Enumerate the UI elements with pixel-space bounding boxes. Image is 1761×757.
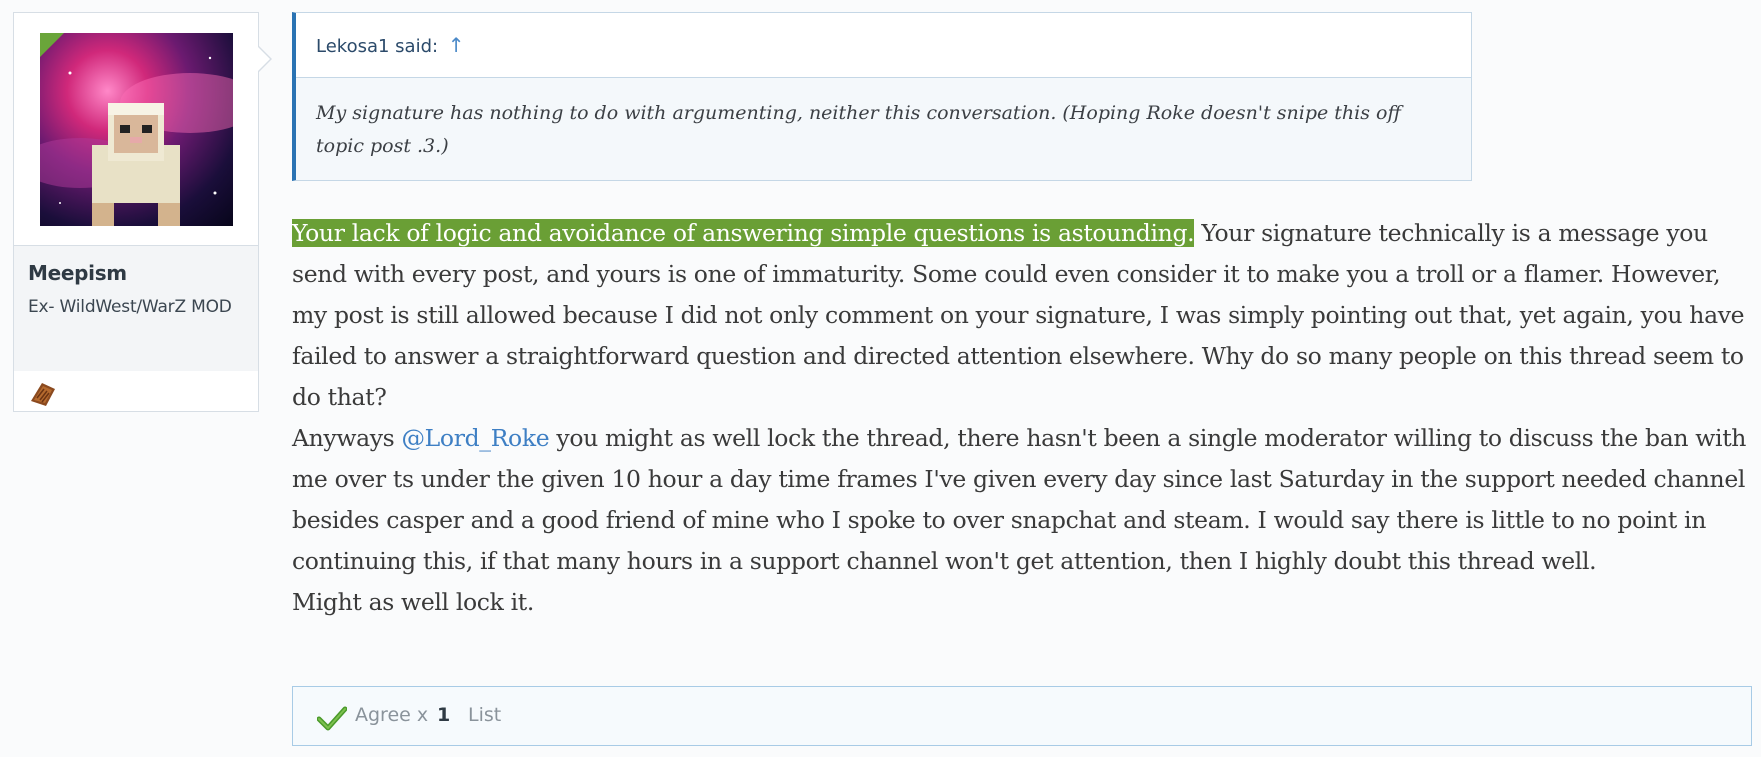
message-paragraph: Might as well lock it. <box>292 588 534 616</box>
message-text: Your signature technically is a message … <box>292 219 1745 411</box>
user-mention-link[interactable]: @Lord_Roke <box>402 424 550 452</box>
quote-attribution: Lekosa1 said: ↑ <box>296 13 1471 78</box>
quote-author[interactable]: Lekosa1 said: <box>316 36 438 57</box>
online-flag <box>40 33 64 57</box>
forum-post: Meepism Ex- WildWest/WarZ MOD Lekosa1 sa… <box>0 0 1761 757</box>
user-title: Ex- WildWest/WarZ MOD <box>28 297 232 317</box>
sheep-avatar-icon <box>40 56 233 226</box>
agree-rating-count: 1 <box>437 704 451 726</box>
message-body: Your lack of logic and avoidance of answ… <box>292 213 1761 623</box>
checkmark-icon <box>317 706 347 731</box>
message-paragraph: Your lack of logic and avoidance of answ… <box>292 213 1761 418</box>
highlighted-text: Your lack of logic and avoidance of answ… <box>292 219 1195 247</box>
username[interactable]: Meepism <box>28 261 127 285</box>
quote-text: My signature has nothing to do with argu… <box>296 78 1471 180</box>
jump-to-quote-arrow-icon[interactable]: ↑ <box>448 33 465 57</box>
trophy-badge-icon[interactable] <box>28 379 58 409</box>
ratings-list-link[interactable]: List <box>468 704 501 726</box>
message-text: Anyways <box>292 424 402 452</box>
ratings-bar: Agree x 1 List <box>292 686 1752 746</box>
user-card-pointer <box>257 45 272 73</box>
quote-block: Lekosa1 said: ↑ My signature has nothing… <box>292 12 1472 181</box>
message-paragraph: Anyways @Lord_Roke you might as well loc… <box>292 418 1761 582</box>
avatar[interactable] <box>40 33 233 226</box>
agree-rating-label: Agree x <box>355 704 429 726</box>
user-info-card: Meepism Ex- WildWest/WarZ MOD <box>13 12 272 412</box>
